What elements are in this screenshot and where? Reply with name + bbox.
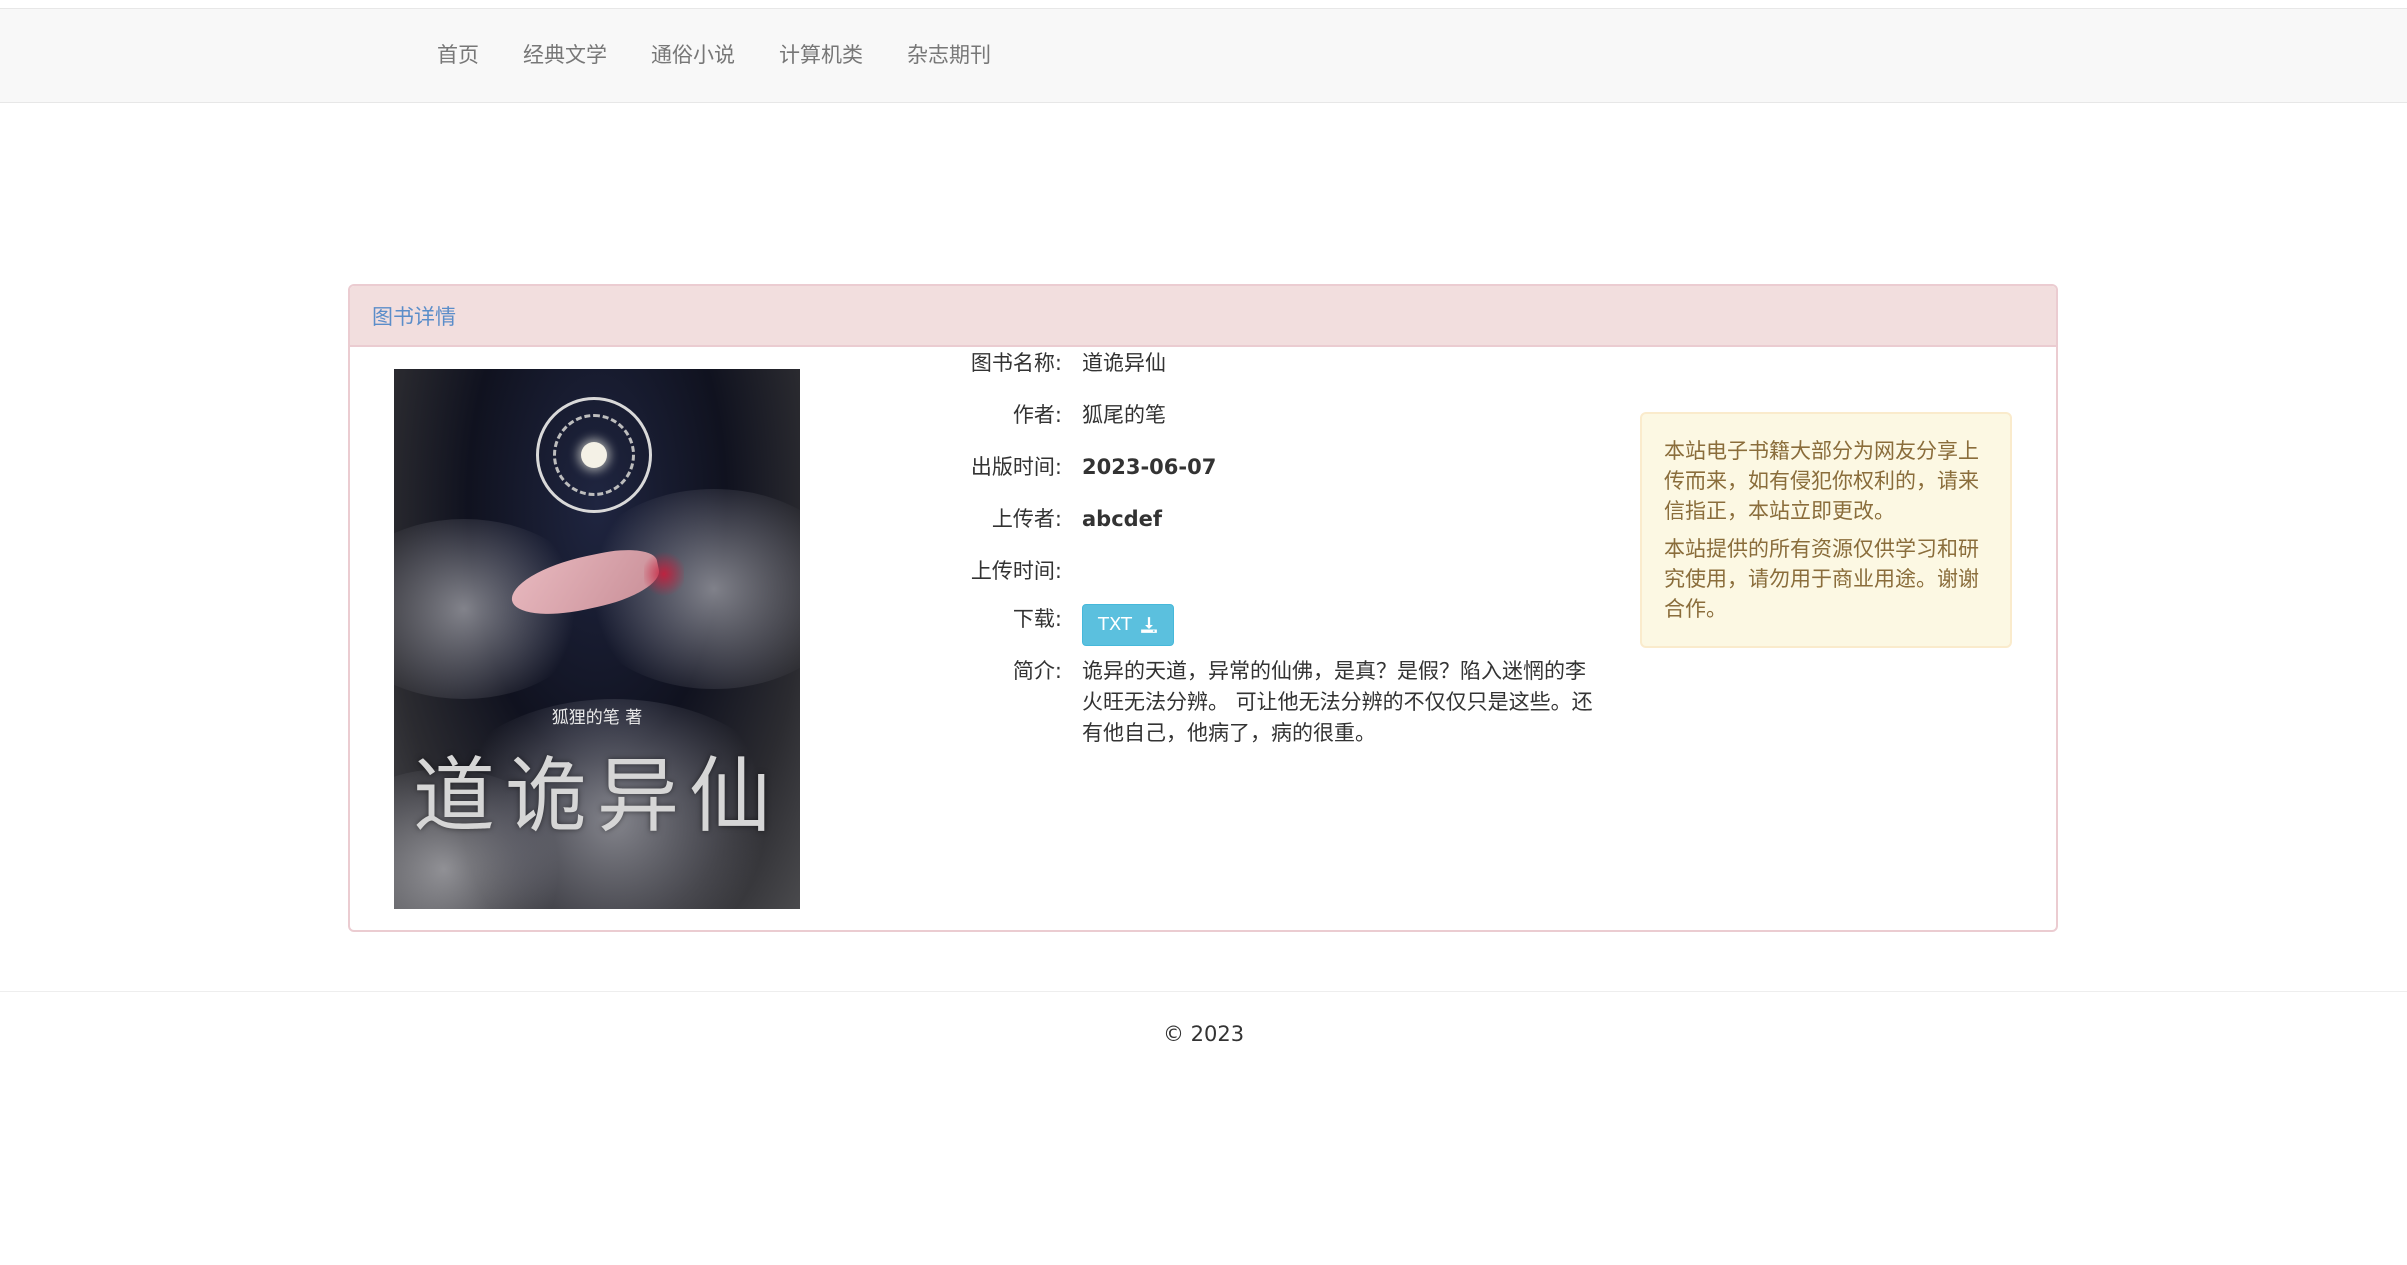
panel-heading: 图书详情: [350, 286, 2056, 347]
top-navbar: 首页 经典文学 通俗小说 计算机类 杂志期刊: [0, 8, 2407, 103]
nav-item-classic-literature[interactable]: 经典文学: [501, 9, 629, 102]
notice-paragraph-2: 本站提供的所有资源仅供学习和研究使用，请勿用于商业用途。谢谢合作。: [1664, 537, 1979, 621]
txt-download-button[interactable]: TXT: [1082, 604, 1175, 646]
nav-item-popular-fiction[interactable]: 通俗小说: [629, 9, 757, 102]
publish-date-label: 出版时间:: [970, 455, 1062, 479]
nav-item-magazines[interactable]: 杂志期刊: [885, 9, 1013, 102]
detail-row-name: 图书名称: 道诡异仙: [940, 348, 1620, 378]
detail-row-download: 下载: TXT: [940, 604, 1620, 646]
footer-copyright: © 2023: [1162, 1022, 1245, 1046]
detail-row-uploader: 上传者: abcdef: [940, 504, 1620, 534]
book-detail-panel: 图书详情 狐狸的笔 著 道诡异仙 图书名称: 道诡异仙 作者: 狐尾的笔 出版时…: [348, 284, 2058, 932]
petals-illustration: [644, 549, 684, 599]
cover-title-text: 道诡异仙: [412, 749, 781, 844]
intro-label: 简介:: [1012, 659, 1062, 683]
download-icon: [1141, 617, 1157, 633]
detail-row-author: 作者: 狐尾的笔: [940, 400, 1620, 430]
author-label: 作者:: [1012, 403, 1062, 427]
cover-author-text: 狐狸的笔 著: [551, 708, 643, 728]
copyright-notice: 本站电子书籍大部分为网友分享上传而来，如有侵犯你权利的，请来信指正，本站立即更改…: [1640, 412, 2012, 648]
detail-row-publish: 出版时间: 2023-06-07: [940, 452, 1620, 482]
book-cover-image: 狐狸的笔 著 道诡异仙: [394, 369, 800, 909]
txt-download-button-label: TXT: [1098, 614, 1133, 635]
download-value: TXT: [1062, 604, 1620, 646]
lotus-emblem-icon: [536, 397, 652, 513]
top-spacer: [0, 0, 2407, 8]
book-name-value: 道诡异仙: [1082, 351, 1166, 375]
uploader-label: 上传者:: [991, 507, 1062, 531]
nav-list: 首页 经典文学 通俗小说 计算机类 杂志期刊: [415, 9, 1013, 102]
intro-text: 诡异的天道，异常的仙佛，是真？是假？陷入迷惘的李火旺无法分辨。 可让他无法分辨的…: [1082, 659, 1593, 745]
book-details: 图书名称: 道诡异仙 作者: 狐尾的笔 出版时间: 2023-06-07 上传者…: [940, 348, 1620, 749]
author-value: 狐尾的笔: [1082, 403, 1166, 427]
detail-row-upload-time: 上传时间:: [940, 556, 1620, 586]
uploader-value: abcdef: [1082, 507, 1163, 531]
notice-paragraph-1: 本站电子书籍大部分为网友分享上传而来，如有侵犯你权利的，请来信指正，本站立即更改…: [1664, 439, 1979, 523]
upload-time-label: 上传时间:: [970, 559, 1062, 583]
book-name-label: 图书名称:: [970, 351, 1062, 375]
nav-item-home[interactable]: 首页: [415, 9, 501, 102]
publish-date-value: 2023-06-07: [1082, 455, 1217, 479]
upload-time-value: [1062, 556, 1620, 586]
detail-row-intro: 简介: 诡异的天道，异常的仙佛，是真？是假？陷入迷惘的李火旺无法分辨。 可让他无…: [940, 656, 1620, 749]
footer-divider: [0, 991, 2407, 992]
nav-item-computer[interactable]: 计算机类: [757, 9, 885, 102]
download-label: 下载:: [1012, 607, 1062, 631]
